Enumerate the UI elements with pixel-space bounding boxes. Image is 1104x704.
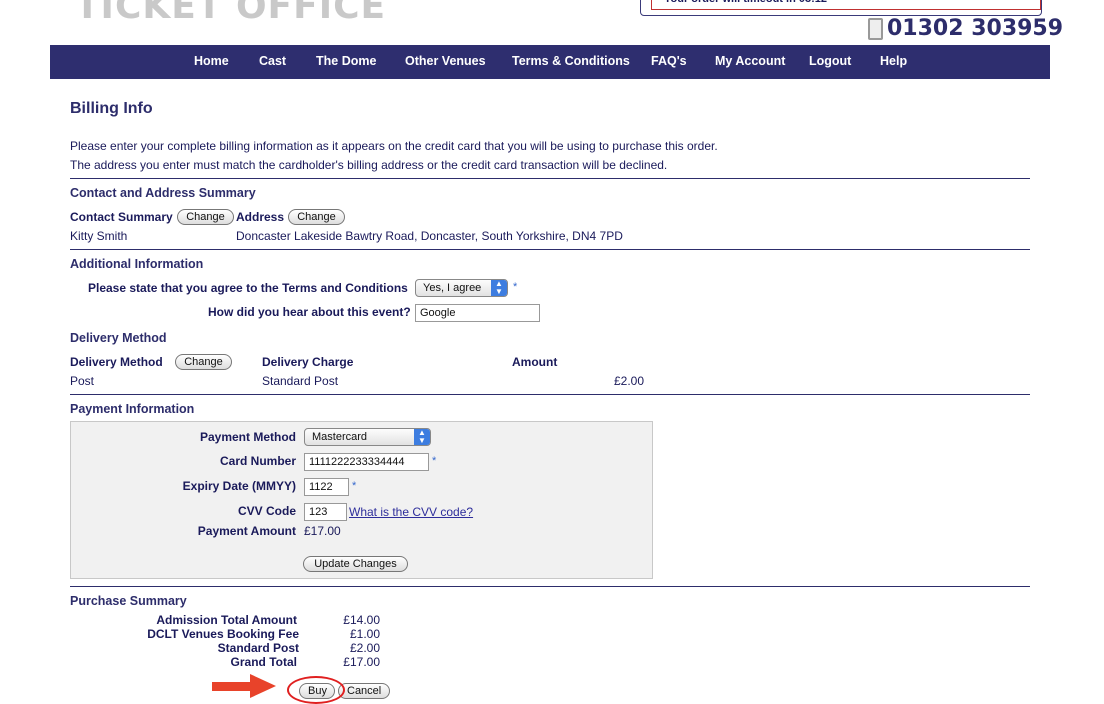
- intro-line-1: Please enter your complete billing infor…: [70, 139, 718, 153]
- update-changes-button[interactable]: Update Changes: [303, 556, 408, 572]
- phone-text: 01302 303959: [887, 16, 1064, 41]
- card-number-input[interactable]: 1111222233334444: [304, 453, 429, 471]
- nav-help[interactable]: Help: [880, 54, 907, 68]
- expiry-label: Expiry Date (MMYY): [182, 479, 296, 493]
- terms-select-value: Yes, I agree: [423, 282, 482, 294]
- nav-cast[interactable]: Cast: [259, 54, 286, 68]
- contact-address: Doncaster Lakeside Bawtry Road, Doncaste…: [236, 229, 623, 243]
- red-arrow-icon: [212, 682, 252, 691]
- intro-line-2: The address you enter must match the car…: [70, 158, 668, 172]
- summary-row-label: DCLT Venues Booking Fee: [147, 627, 299, 641]
- change-address-button[interactable]: Change: [288, 209, 345, 225]
- payment-method-value: Mastercard: [312, 431, 368, 443]
- cancel-button[interactable]: Cancel: [338, 683, 390, 699]
- required-marker: *: [432, 455, 437, 467]
- cvv-input[interactable]: 123: [304, 503, 347, 521]
- select-arrows-icon: ▲ ▼: [491, 280, 507, 296]
- cvv-help-link[interactable]: What is the CVV code?: [349, 505, 473, 519]
- nav-terms[interactable]: Terms & Conditions: [512, 54, 630, 68]
- divider: [70, 249, 1030, 250]
- delivery-amount-value: £2.00: [614, 374, 645, 388]
- contact-summary-label: Contact Summary: [70, 210, 173, 224]
- nav-faqs[interactable]: FAQ's: [651, 54, 687, 68]
- expiry-input[interactable]: 1122: [304, 478, 349, 496]
- delivery-charge-value: Standard Post: [262, 374, 339, 388]
- terms-label: Please state that you agree to the Terms…: [88, 281, 408, 295]
- nav-other-venues[interactable]: Other Venues: [405, 54, 486, 68]
- change-contact-button[interactable]: Change: [177, 209, 234, 225]
- required-marker: *: [352, 480, 357, 492]
- select-arrows-icon: ▲ ▼: [414, 429, 430, 445]
- nav-home[interactable]: Home: [194, 54, 229, 68]
- delivery-method-value: Post: [70, 374, 95, 388]
- divider: [70, 394, 1030, 395]
- nav-logout[interactable]: Logout: [809, 54, 851, 68]
- change-delivery-button[interactable]: Change: [175, 354, 232, 370]
- delivery-amount-label: Amount: [512, 355, 558, 369]
- summary-row-label: Grand Total: [230, 655, 297, 669]
- summary-row-label: Admission Total Amount: [156, 613, 297, 627]
- delivery-charge-label: Delivery Charge: [262, 355, 354, 369]
- phone-number: 01302 303959: [868, 16, 1063, 41]
- main-nav: Home Cast The Dome Other Venues Terms & …: [50, 45, 1050, 79]
- summary-row-value: £1.00: [349, 627, 380, 641]
- timeout-text: Your order will timeout in 03:12: [651, 0, 1041, 10]
- contact-name: Kitty Smith: [70, 229, 128, 243]
- delivery-method-label: Delivery Method: [70, 355, 163, 369]
- summary-row-value: £14.00: [343, 613, 380, 627]
- card-number-label: Card Number: [219, 454, 296, 468]
- summary-row-label: Standard Post: [217, 641, 299, 655]
- nav-my-account[interactable]: My Account: [715, 54, 785, 68]
- hear-input[interactable]: Google: [415, 304, 540, 322]
- payment-method-label: Payment Method: [199, 430, 296, 444]
- delivery-heading: Delivery Method: [70, 331, 167, 345]
- required-marker: *: [513, 281, 518, 293]
- phone-icon: [868, 18, 883, 40]
- divider: [70, 178, 1030, 179]
- hear-label: How did you hear about this event?: [208, 305, 411, 319]
- cvv-label: CVV Code: [237, 504, 296, 518]
- summary-heading: Purchase Summary: [70, 594, 187, 608]
- site-logo: TICKET OFFICE: [75, 0, 387, 27]
- highlight-circle: [287, 676, 345, 704]
- payment-heading: Payment Information: [70, 402, 195, 416]
- nav-the-dome[interactable]: The Dome: [316, 54, 376, 68]
- red-arrow-head-icon: [250, 674, 276, 698]
- payment-amount-value: £17.00: [304, 524, 341, 538]
- summary-row-value: £17.00: [343, 655, 380, 669]
- terms-select[interactable]: Yes, I agree ▲ ▼: [415, 279, 508, 297]
- timeout-banner: Your order will timeout in 03:12: [640, 0, 1042, 16]
- address-label: Address: [236, 210, 285, 224]
- additional-heading: Additional Information: [70, 257, 204, 271]
- contact-heading: Contact and Address Summary: [70, 186, 256, 200]
- summary-row-value: £2.00: [349, 641, 380, 655]
- page-title: Billing Info: [70, 100, 153, 117]
- payment-method-select[interactable]: Mastercard ▲ ▼: [304, 428, 431, 446]
- divider: [70, 586, 1030, 587]
- payment-amount-label: Payment Amount: [197, 524, 296, 538]
